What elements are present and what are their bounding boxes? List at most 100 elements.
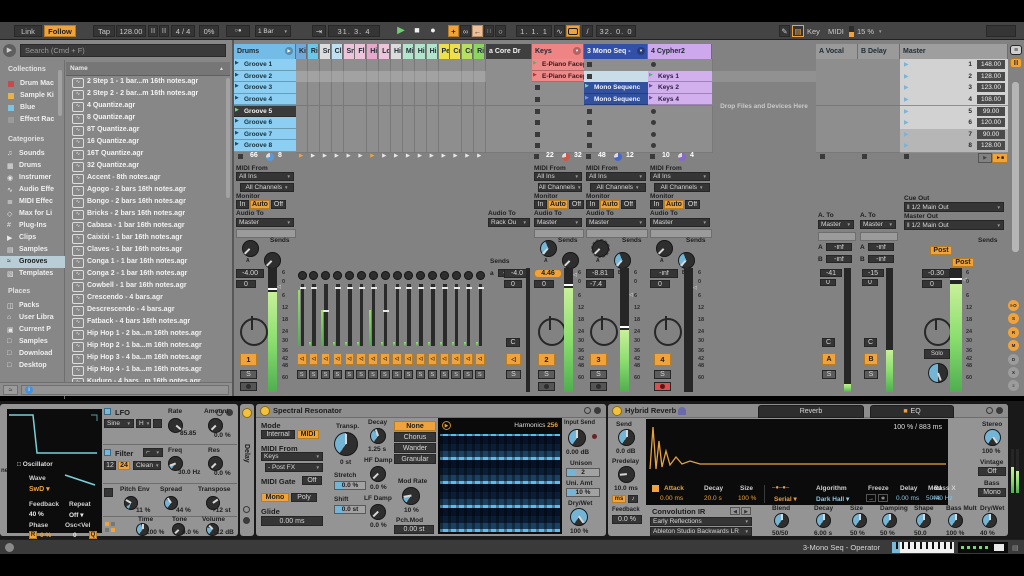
monitor-in-button[interactable]: In [650,200,663,209]
master-out-select[interactable]: ‖ 1/2 Main Out [904,220,1004,230]
sub-clip-launch-icon[interactable]: ▶ [442,153,446,159]
loop-start-field[interactable]: 1. 1. 1 [516,25,552,37]
midi-channel-select[interactable]: All Channels [654,183,710,192]
back-to-arrangement-button[interactable]: ← [472,25,483,37]
lfo-wave-select[interactable]: Sine [104,419,134,428]
sub-activator-button[interactable]: ◁ [428,353,438,365]
punch-in-button[interactable]: ∿ [554,25,565,37]
ir-category-select[interactable]: Early Reflections [650,517,752,526]
sub-fader-handle[interactable] [359,287,365,289]
scene-launch-icon[interactable]: ▶ [904,96,909,103]
clip-slot[interactable] [462,140,474,153]
mod-button-none[interactable]: None [394,421,436,431]
monitor-off-button[interactable]: Off [685,200,700,209]
track-header-sub-15[interactable]: Ri [474,44,485,59]
sub-activator-button[interactable]: ◁ [416,353,426,365]
param-knob[interactable] [916,513,931,528]
sub-solo-button[interactable]: S [321,370,331,379]
send-b-knob[interactable] [562,252,579,269]
track-header-sub-7[interactable]: Lo [379,44,390,59]
track-header-sub-11[interactable]: Hi [427,44,438,59]
scene-launch-icon[interactable]: ▶ [904,108,909,115]
predelay-sync-button[interactable]: ♪ [628,495,638,503]
sidebar-item-audioeffe[interactable]: ∿Audio Effe [0,184,65,196]
scene-launch-icon[interactable]: ▶ [904,119,909,126]
metronome-button[interactable]: ○● [226,25,250,37]
midi-keyboard-indicator[interactable] [892,542,954,553]
session-record-modes-button[interactable]: ∷ [484,25,494,37]
lfo-range-select[interactable]: H [136,419,151,428]
tab-reverb[interactable]: Reverb [758,405,864,418]
device-on-toggle[interactable] [242,408,252,418]
sub-fader-track[interactable] [479,284,483,346]
file-row[interactable]: ∿16 Quantize.agr [66,136,232,148]
uni-amt-field[interactable]: 10 % [566,488,600,497]
clip-slot[interactable] [584,140,649,153]
sub-activator-button[interactable]: ◁ [333,353,343,365]
pan-field[interactable]: 0 [862,279,878,286]
file-row[interactable]: ∿4 Quantize.agr [66,100,232,112]
sub-fader-track[interactable] [348,284,352,346]
hf-damp-value[interactable]: 0.0 % [370,484,387,491]
sub-solo-button[interactable]: S [368,370,378,379]
feedback-value[interactable]: 40 % [29,511,44,518]
transpose-value[interactable]: +12 st [212,507,231,514]
sidebar-item-instrumer[interactable]: ◉Instrumer [0,172,65,184]
monitor-auto-button[interactable]: Auto [548,200,568,209]
scene-launch-icon[interactable]: ▶ [904,142,909,149]
sub-activator-button[interactable]: ◁ [368,353,378,365]
clip-slot[interactable] [391,140,403,153]
sub-pan-knob[interactable] [333,271,342,280]
audio-to-select[interactable]: Master [586,218,646,227]
session-record-button[interactable]: ○ [495,25,506,37]
collection-item[interactable]: Effect Rac [0,114,65,126]
mode-internal-button[interactable]: Internal [261,430,295,439]
solo-button[interactable]: S [506,370,521,379]
expand-status-icon[interactable]: ▤ [1012,544,1019,552]
clip[interactable]: ▶Groove 6 [234,117,296,129]
display-play-icon[interactable]: ▶ [442,421,451,430]
sub-fader-track[interactable] [455,284,459,346]
sub-clip-launch-icon[interactable]: ▶ [311,153,315,159]
arm-button[interactable] [590,382,607,391]
nudge-down-button[interactable]: ||| [148,25,158,37]
groove-amount-field[interactable]: 0% [199,25,219,37]
sub-fader-handle[interactable] [335,287,341,289]
send-a-knob[interactable] [592,240,609,257]
solo-button[interactable]: S [240,370,257,379]
phase-retrig-button[interactable]: R [29,531,37,539]
quantization-menu[interactable]: 1 Bar [255,25,291,37]
sub-clip-launch-icon[interactable]: ▶ [382,153,386,159]
ir-prev-button[interactable]: ◀ [730,507,740,515]
algorithm-select[interactable]: Dark Hall ▾ [816,495,849,503]
mod-rate-value[interactable]: 10 % [404,507,419,514]
pan-field[interactable]: 0 [504,280,522,288]
sub-fader-track[interactable] [467,284,471,346]
clip[interactable]: ▶Groove 3 [234,82,296,94]
sub-clip-launch-icon[interactable]: ▶ [430,153,434,159]
play-button[interactable]: ▶ [394,25,408,37]
overdub-button[interactable]: + [448,25,459,37]
knob-value[interactable]: 6.00 s [814,530,832,537]
midi-from-select[interactable]: All Ins [586,172,646,181]
bassx-value[interactable]: 440 Hz [932,495,953,502]
track-header-sub-0[interactable]: Ki [296,44,307,59]
sub-activator-button[interactable]: ◁ [297,353,307,365]
crossfader-knob[interactable] [928,363,948,383]
return-activator-button[interactable]: B [864,353,878,365]
param-knob[interactable] [852,513,867,528]
mode-midi-button[interactable]: MIDI [297,430,319,439]
glide-field[interactable]: 0.00 ms [261,516,323,526]
loop-length-field[interactable]: 32. 0. 0 [596,25,636,37]
follow-button[interactable]: Follow [44,25,76,37]
chain-activator-button[interactable]: ◁ [506,353,521,365]
volume-field[interactable]: -41 [820,269,842,277]
poly-button[interactable]: Poly [291,493,317,502]
sub-solo-button[interactable]: S [356,370,366,379]
track-header-sub-9[interactable]: Mi [403,44,414,59]
sidebar-item-maxforli[interactable]: ◇Max for Li [0,208,65,220]
pan-field[interactable]: -7.4 [586,280,606,288]
file-list-scrollbar[interactable] [226,78,230,198]
file-row[interactable]: ∿16T Quantize.agr [66,148,232,160]
scene-tempo-field[interactable]: 148.00 [977,60,1005,69]
